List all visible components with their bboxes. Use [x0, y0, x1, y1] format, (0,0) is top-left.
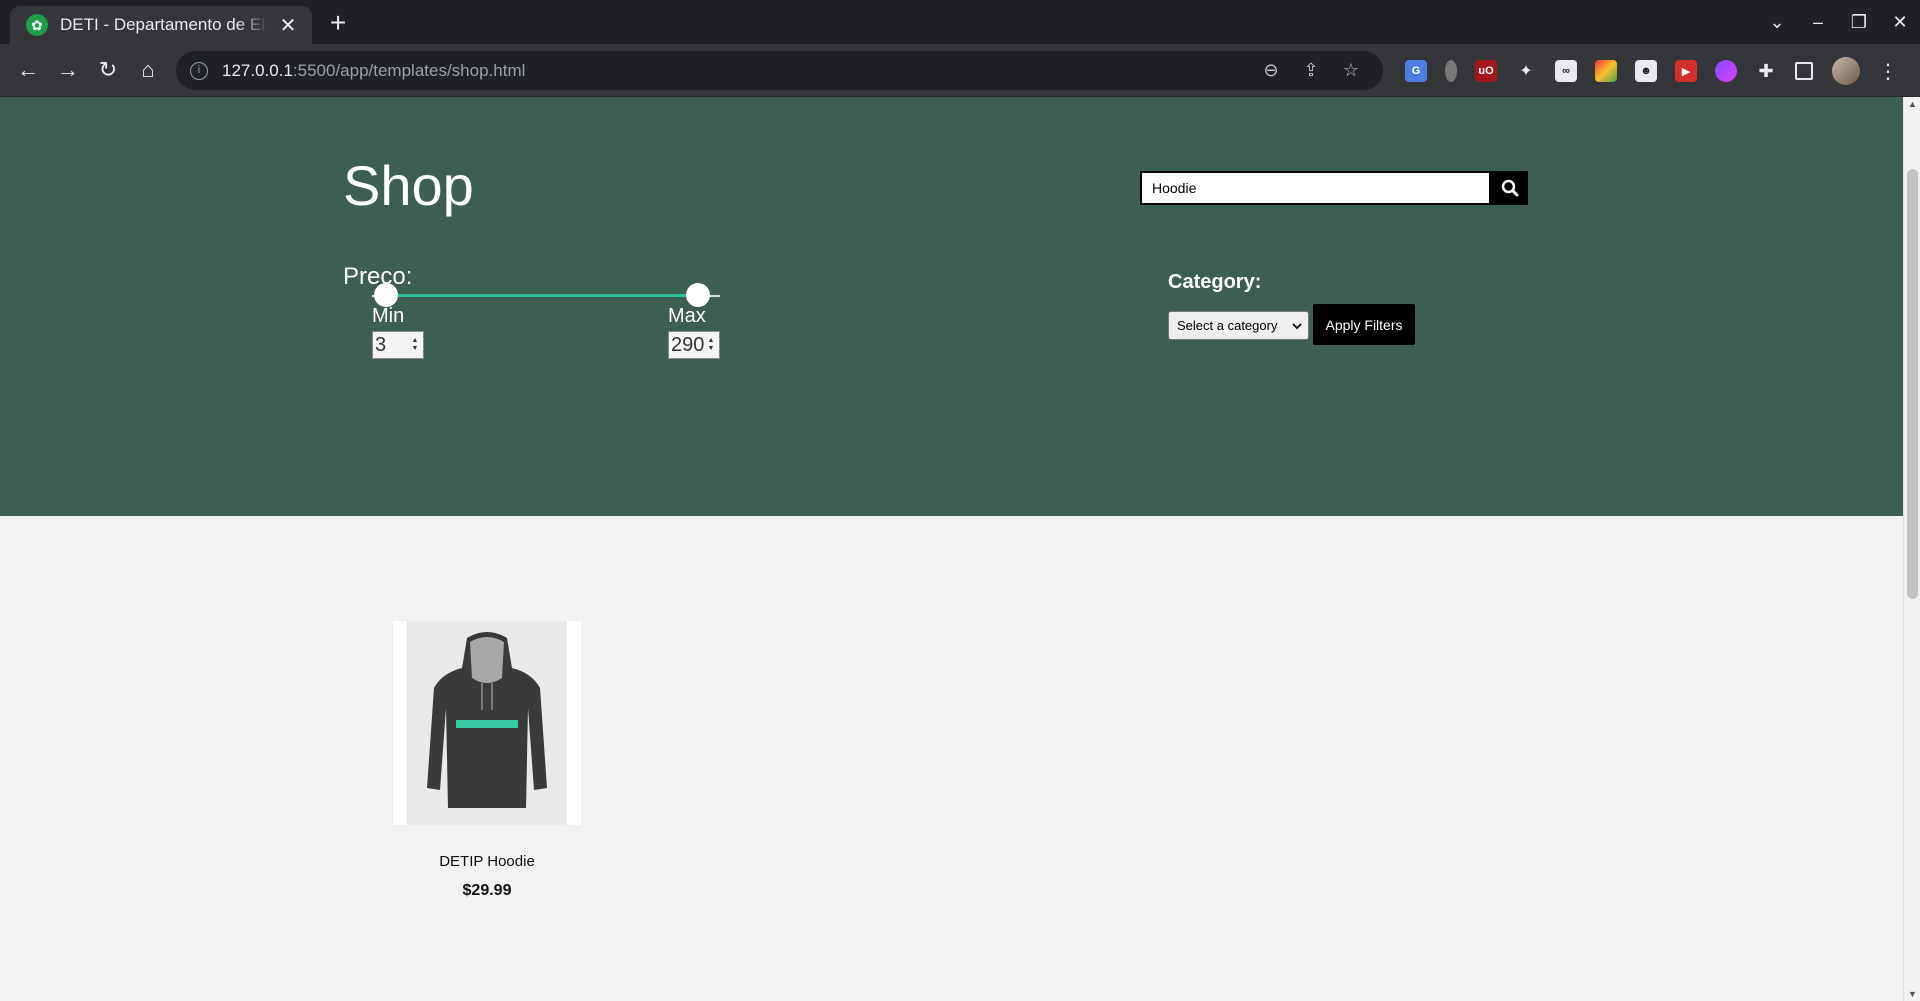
- window-controls: ⌄ – ❐ ✕: [1756, 0, 1920, 44]
- extensions-bar: G uO ✦ ∞ ☻ ▶ ✚ ⋮: [1396, 56, 1898, 86]
- min-price-value: 3: [375, 333, 387, 356]
- side-panel-icon[interactable]: [1795, 62, 1813, 80]
- gnome-extension-icon[interactable]: ✦: [1515, 60, 1537, 82]
- ublock-extension-icon[interactable]: uO: [1475, 60, 1497, 82]
- min-price-spinner-icon[interactable]: ▲ ▼: [409, 337, 421, 353]
- tab-title: DETI - Departamento de Electrónica: [60, 15, 268, 34]
- extensions-puzzle-icon[interactable]: ✚: [1755, 60, 1777, 82]
- forward-icon[interactable]: →: [52, 54, 84, 86]
- browser-toolbar: ← → ↻ ⌂ i 127.0.0.1:5500/app/templates/s…: [0, 44, 1920, 97]
- new-tab-icon[interactable]: +: [322, 8, 354, 40]
- omnibox-actions: ⊖ ⇪ ☆: [1251, 51, 1371, 90]
- site-favicon-icon: ✿: [26, 14, 48, 36]
- page-scrollbar[interactable]: ▲ ▼: [1903, 97, 1920, 1001]
- price-slider-max-handle[interactable]: [686, 283, 710, 307]
- hoodie-image: [427, 632, 547, 808]
- translate-extension-icon[interactable]: G: [1405, 60, 1427, 82]
- category-filter-label: Category:: [1168, 271, 1262, 293]
- search-input[interactable]: [1140, 171, 1492, 205]
- profile-avatar[interactable]: [1832, 57, 1860, 85]
- mouse-extension-icon[interactable]: [1445, 60, 1457, 82]
- product-image[interactable]: [393, 621, 581, 825]
- price-slider-range: [385, 294, 698, 297]
- category-select-value: Select a category: [1177, 318, 1278, 333]
- close-window-icon[interactable]: ✕: [1880, 12, 1920, 33]
- search-button[interactable]: [1491, 171, 1528, 205]
- product-card[interactable]: DETIP Hoodie $29.99: [393, 621, 581, 900]
- scrollbar-thumb[interactable]: [1907, 169, 1918, 599]
- address-bar[interactable]: i 127.0.0.1:5500/app/templates/shop.html…: [176, 51, 1383, 90]
- product-name[interactable]: DETIP Hoodie: [393, 853, 581, 870]
- tab-search-icon[interactable]: ⌄: [1757, 12, 1797, 33]
- url-path: :5500/app/templates/shop.html: [292, 60, 526, 80]
- tab-close-icon[interactable]: ✕: [276, 13, 300, 38]
- scroll-up-icon[interactable]: ▲: [1908, 99, 1917, 109]
- page-viewport: Shop Preco: Min Max 3 ▲▼ 290 ▲▼ Category…: [0, 97, 1903, 1001]
- price-slider-min-handle[interactable]: [374, 283, 398, 307]
- shop-header-section: Shop Preco: Min Max 3 ▲▼ 290 ▲▼ Category…: [0, 97, 1903, 516]
- restore-icon[interactable]: ❐: [1839, 12, 1879, 33]
- browser-tab-active[interactable]: ✿ DETI - Departamento de Electrónica ✕: [10, 6, 312, 44]
- max-price-spinner-icon[interactable]: ▲ ▼: [705, 337, 717, 353]
- panda-extension-icon[interactable]: ☻: [1635, 60, 1657, 82]
- bookmark-star-icon[interactable]: ☆: [1331, 60, 1371, 81]
- purple-extension-icon[interactable]: [1715, 60, 1737, 82]
- scroll-down-icon[interactable]: ▼: [1908, 989, 1917, 999]
- url-host: 127.0.0.1: [222, 60, 293, 80]
- site-info-icon[interactable]: i: [190, 61, 208, 80]
- reload-icon[interactable]: ↻: [92, 54, 124, 86]
- zoom-icon[interactable]: ⊖: [1251, 60, 1291, 81]
- search-form: [1140, 171, 1528, 205]
- share-icon[interactable]: ⇪: [1291, 60, 1331, 81]
- tab-strip: ✿ DETI - Departamento de Electrónica ✕ +…: [0, 0, 1920, 44]
- category-select[interactable]: Select a category: [1168, 311, 1309, 340]
- browser-menu-icon[interactable]: ⋮: [1878, 59, 1898, 84]
- min-price-input[interactable]: 3 ▲ ▼: [372, 331, 424, 359]
- max-price-value: 290: [671, 333, 705, 356]
- page-title: Shop: [343, 154, 474, 217]
- product-price: $29.99: [462, 882, 512, 899]
- max-price-input[interactable]: 290 ▲ ▼: [668, 331, 720, 359]
- home-icon[interactable]: ⌂: [132, 54, 164, 86]
- minimize-icon[interactable]: –: [1798, 12, 1838, 33]
- apply-filters-button[interactable]: Apply Filters: [1313, 304, 1415, 345]
- colorful-extension-icon[interactable]: [1595, 60, 1617, 82]
- glasses-extension-icon[interactable]: ∞: [1555, 60, 1577, 82]
- back-icon[interactable]: ←: [12, 54, 44, 86]
- min-price-label: Min: [372, 305, 405, 327]
- product-image-frame: [407, 621, 567, 825]
- chevron-down-icon: [1292, 322, 1302, 329]
- max-price-label: Max: [668, 305, 706, 327]
- media-extension-icon[interactable]: ▶: [1675, 60, 1697, 82]
- search-icon: [1501, 179, 1519, 197]
